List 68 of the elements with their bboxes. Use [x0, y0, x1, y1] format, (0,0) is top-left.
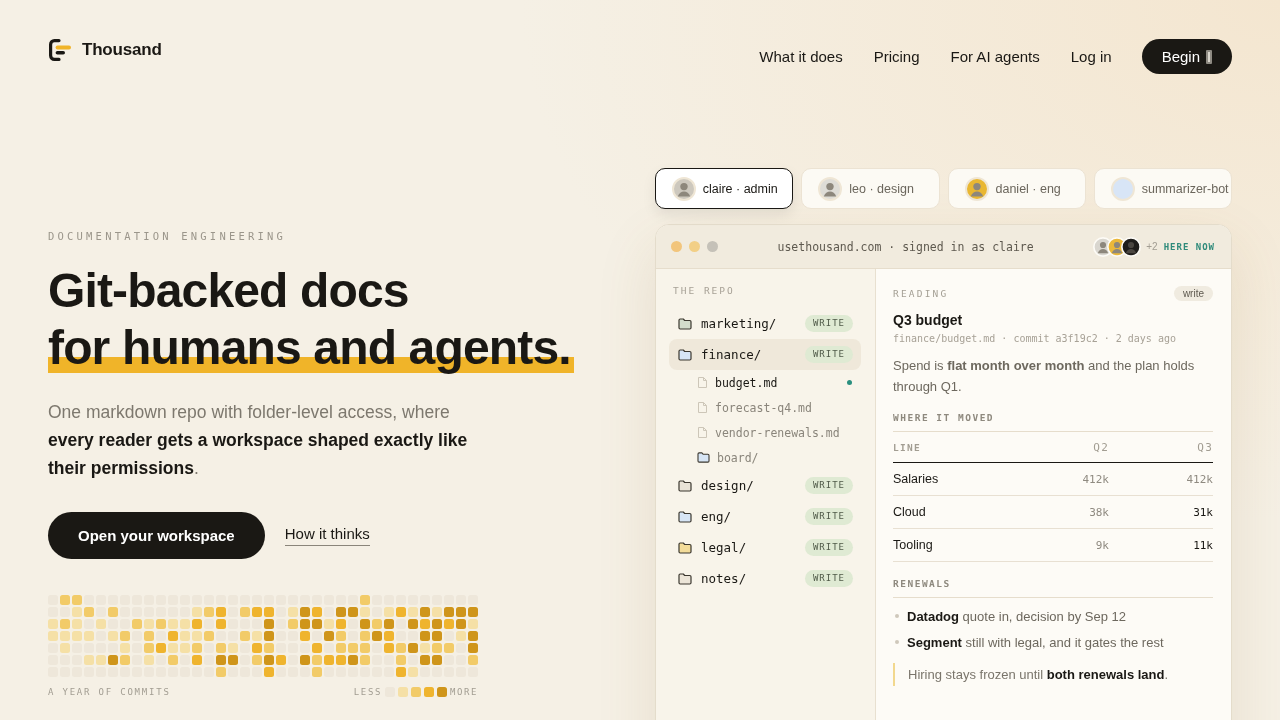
tree-item[interactable]: legal/ WRITE — [669, 532, 861, 563]
access-badge: WRITE — [804, 570, 853, 587]
bullet-icon — [895, 640, 899, 644]
heading-line: Git-backed docs — [48, 263, 410, 319]
table-cell: 38k — [1089, 505, 1109, 519]
bar-icon — [1206, 49, 1212, 64]
window-dot-icon — [707, 241, 718, 252]
tree-item[interactable]: marketing/ WRITE — [669, 308, 861, 339]
user-tab[interactable]: daniel · eng — [947, 168, 1086, 209]
doc-meta: finance/budget.md · commit a3f19c2 · 2 days ago — [893, 332, 1176, 346]
commits-caption: A YEAR OF COMMITS — [48, 686, 171, 698]
table-cell: Cloud — [893, 505, 926, 519]
renewal-text: Segment still with legal, and it gates the rest — [907, 634, 1164, 650]
window-dot-icon — [689, 241, 700, 252]
address-text: usethousand.com · signed in as claire — [776, 239, 1035, 254]
brand-name[interactable]: Thousand — [82, 40, 162, 60]
section-label: WHERE IT MOVED — [893, 412, 995, 424]
window-dot-icon — [671, 241, 682, 252]
file-icon — [697, 376, 708, 389]
file-icon — [697, 426, 708, 439]
how-it-thinks-link[interactable]: How it thinks — [284, 525, 370, 546]
section-label: THE REPO — [673, 285, 735, 297]
access-badge: WRITE — [804, 508, 853, 525]
tree-item[interactable]: design/ WRITE — [669, 470, 861, 501]
less-label: LESS — [353, 686, 382, 698]
table-cell: 412k — [1082, 472, 1109, 486]
eyebrow-text: DOCUMENTATION ENGINEERING — [48, 230, 287, 242]
tree-item[interactable]: eng/ WRITE — [669, 501, 861, 532]
lede-text: One markdown repo with folder-level access, where every reader gets a workspace shaped exactly like their permissions. — [48, 401, 469, 480]
section-label: RENEWALS — [893, 578, 951, 590]
begin-button[interactable]: Begin — [1141, 39, 1232, 74]
tree-item[interactable]: budget.md — [669, 370, 861, 395]
access-badge: WRITE — [804, 539, 853, 556]
nav-link[interactable]: What it does — [759, 39, 843, 74]
nav-link[interactable]: Log in — [1070, 39, 1112, 74]
doc-title: Q3 budget — [893, 311, 963, 329]
note-text: Hiring stays frozen until both renewals land. — [893, 663, 1213, 686]
user-tab[interactable]: claire · admin — [655, 168, 794, 209]
tree-item[interactable]: notes/ WRITE — [669, 563, 861, 594]
more-label: MORE — [449, 686, 478, 698]
more-count: +2 — [1146, 241, 1158, 252]
access-chip: write — [1173, 286, 1213, 301]
bullet-icon — [895, 614, 899, 618]
user-tab[interactable]: leo · design — [801, 168, 940, 209]
table-cell: 31k — [1193, 505, 1213, 519]
file-icon — [697, 401, 708, 414]
column-header: Q2 — [1093, 440, 1109, 454]
tree-item[interactable]: finance/ WRITE — [669, 339, 861, 370]
user-tab[interactable]: summarizer-bot — [1093, 168, 1232, 209]
table-cell: Tooling — [893, 538, 933, 552]
access-badge: WRITE — [804, 477, 853, 494]
table-cell: 412k — [1186, 472, 1213, 486]
nav-link[interactable]: For AI agents — [950, 39, 1040, 74]
reading-label: READING — [893, 287, 949, 300]
table-cell: 11k — [1193, 538, 1213, 552]
access-badge: WRITE — [804, 315, 853, 332]
logo-icon[interactable] — [48, 38, 72, 62]
presence-label: HERE NOW — [1163, 241, 1215, 252]
table-cell: Salaries — [893, 472, 939, 486]
renewal-text: Datadog quote in, decision by Sep 12 — [907, 608, 1126, 624]
access-badge: WRITE — [804, 346, 853, 363]
column-header: LINE — [893, 441, 922, 453]
nav-link[interactable]: Pricing — [873, 39, 920, 74]
table-cell: 9k — [1095, 538, 1109, 552]
status-dot-icon — [847, 380, 852, 385]
column-header: Q3 — [1197, 440, 1213, 454]
summary-text: Spend is flat month over month and the plan holds through Q1. — [893, 357, 1196, 396]
open-workspace-button[interactable]: Open your workspace — [48, 512, 265, 559]
